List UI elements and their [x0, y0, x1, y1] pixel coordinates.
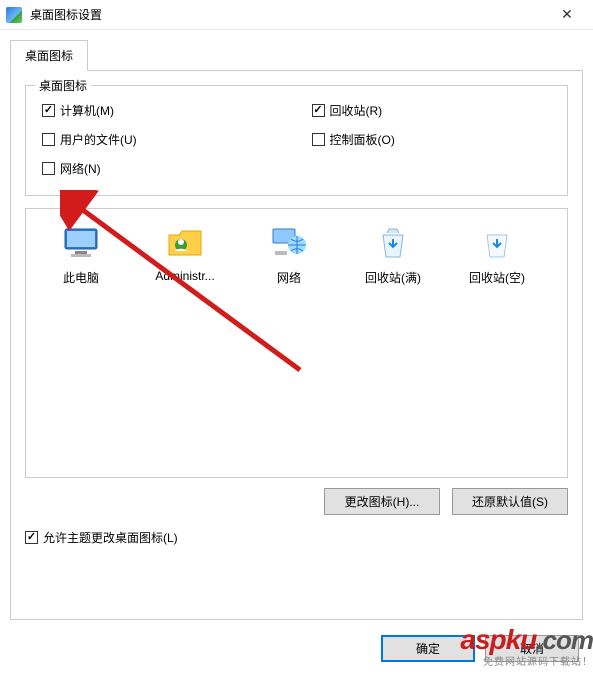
user-folder-icon: [165, 223, 205, 263]
checkbox-box: [25, 531, 38, 544]
checkbox-label: 回收站(R): [330, 102, 383, 119]
checkbox-box: [42, 104, 55, 117]
icon-preview: 此电脑 Administr...: [25, 208, 568, 478]
app-icon: [6, 7, 22, 23]
watermark-text: .com: [536, 625, 593, 655]
recycle-full-icon: [373, 223, 413, 263]
checkbox-box: [312, 133, 325, 146]
checkbox-label: 网络(N): [60, 160, 101, 177]
icon-user-folder[interactable]: Administr...: [136, 223, 234, 283]
desktop-icons-group: 桌面图标 计算机(M) 回收站(R) 用户的文件(U) 控制面板(O): [25, 85, 568, 196]
icon-network[interactable]: 网络: [240, 223, 338, 286]
checkbox-label: 用户的文件(U): [60, 131, 137, 148]
checkbox-label: 允许主题更改桌面图标(L): [43, 529, 178, 546]
icon-label: 回收站(满): [365, 269, 421, 286]
checkbox-label: 计算机(M): [60, 102, 114, 119]
checkbox-box: [312, 104, 325, 117]
titlebar: 桌面图标设置 ✕: [0, 0, 593, 30]
watermark: aspku.com 免费网站源码下载站！: [460, 624, 593, 668]
checkbox-user-files[interactable]: 用户的文件(U): [42, 131, 282, 148]
recycle-empty-icon: [477, 223, 517, 263]
icon-label: 网络: [277, 269, 301, 286]
checkbox-network[interactable]: 网络(N): [42, 160, 282, 177]
tab-desktop-icons[interactable]: 桌面图标: [10, 40, 88, 71]
watermark-text: asp: [460, 624, 505, 655]
checkbox-recycle-bin[interactable]: 回收站(R): [312, 102, 552, 119]
icon-recycle-full[interactable]: 回收站(满): [344, 223, 442, 286]
group-title: 桌面图标: [35, 77, 91, 94]
close-button[interactable]: ✕: [547, 1, 587, 29]
icon-label: 回收站(空): [469, 269, 525, 286]
checkbox-computer[interactable]: 计算机(M): [42, 102, 282, 119]
network-icon: [269, 223, 309, 263]
allow-theme-checkbox[interactable]: 允许主题更改桌面图标(L): [25, 529, 568, 546]
watermark-sub: 免费网站源码下载站！: [460, 653, 593, 668]
checkbox-label: 控制面板(O): [330, 131, 395, 148]
restore-default-button[interactable]: 还原默认值(S): [452, 488, 568, 515]
window-title: 桌面图标设置: [30, 6, 547, 23]
tab-panel: 桌面图标 计算机(M) 回收站(R) 用户的文件(U) 控制面板(O): [10, 70, 583, 620]
icon-recycle-empty[interactable]: 回收站(空): [448, 223, 546, 286]
icon-label: Administr...: [155, 269, 214, 283]
tab-label: 桌面图标: [25, 49, 73, 63]
icon-this-pc[interactable]: 此电脑: [32, 223, 130, 286]
change-icon-button[interactable]: 更改图标(H)...: [324, 488, 440, 515]
computer-icon: [61, 223, 101, 263]
icon-buttons-row: 更改图标(H)... 还原默认值(S): [25, 488, 568, 515]
icon-label: 此电脑: [63, 269, 99, 286]
tab-area: 桌面图标 桌面图标 计算机(M) 回收站(R) 用户的文件(U): [0, 30, 593, 620]
watermark-text: ku: [506, 624, 537, 655]
checkbox-box: [42, 162, 55, 175]
checkbox-grid: 计算机(M) 回收站(R) 用户的文件(U) 控制面板(O) 网络(N): [42, 100, 551, 177]
checkbox-box: [42, 133, 55, 146]
close-icon: ✕: [561, 6, 573, 23]
checkbox-control-panel[interactable]: 控制面板(O): [312, 131, 552, 148]
